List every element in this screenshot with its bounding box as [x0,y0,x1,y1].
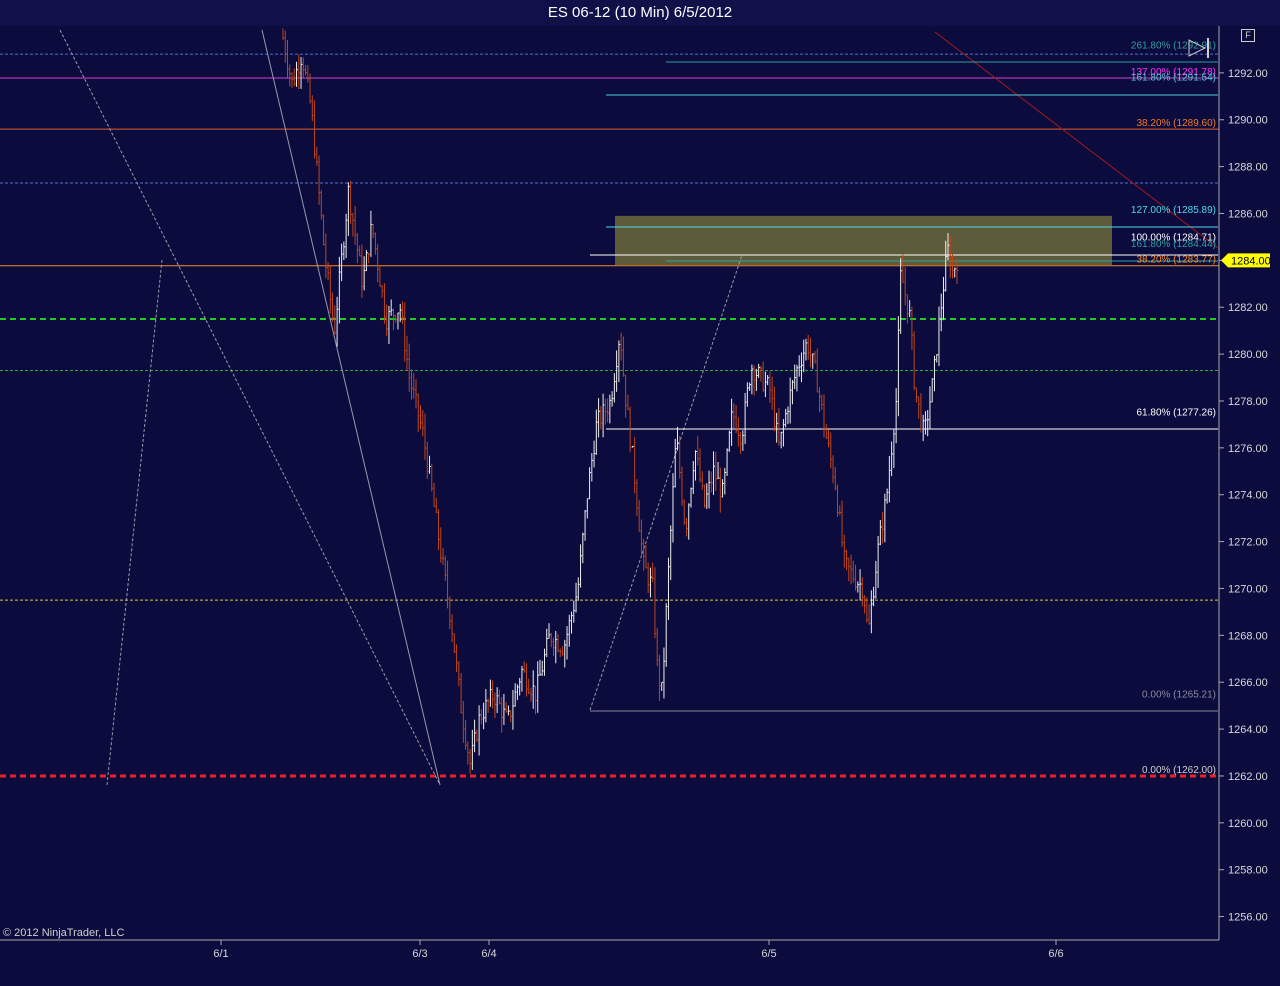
y-tick-label: 1278.00 [1228,396,1268,408]
x-tick-label: 6/6 [1048,948,1063,960]
copyright-text: © 2012 NinjaTrader, LLC [3,927,125,939]
y-tick-label: 1262.00 [1228,771,1268,783]
fib-label: 161.80% (1291.54) [1131,73,1216,84]
y-tick-label: 1290.00 [1228,115,1268,127]
y-tick-label: 1258.00 [1228,865,1268,877]
fib-label: 161.80% (1284.44) [1131,239,1216,250]
fib-label: 38.20% (1283.77) [1136,255,1216,266]
zone-rect [615,215,1112,266]
resistance-zone [615,215,1112,266]
price-marker-label: 1284.00 [1231,255,1271,267]
y-tick-label: 1266.00 [1228,677,1268,689]
fib-label: 261.80% (1292.91) [1131,41,1216,52]
y-tick-label: 1268.00 [1228,630,1268,642]
x-tick-label: 6/3 [412,948,427,960]
y-tick-label: 1276.00 [1228,443,1268,455]
fib-label: 0.00% (1262.00) [1142,765,1216,776]
y-tick-label: 1264.00 [1228,724,1268,736]
price-chart[interactable]: 261.80% (1292.91)137.00% (1291.78)161.80… [0,0,1280,986]
y-tick-label: 1280.00 [1228,349,1268,361]
fib-label: 61.80% (1277.26) [1136,407,1216,418]
y-tick-label: 1282.00 [1228,302,1268,314]
y-tick-label: 1292.00 [1228,68,1268,80]
last-price-marker: 1284.00 [1221,253,1271,268]
x-tick-label: 6/5 [761,948,776,960]
x-tick-label: 6/1 [213,948,228,960]
y-tick-label: 1286.00 [1228,208,1268,220]
y-tick-label: 1272.00 [1228,537,1268,549]
fib-label: 38.20% (1289.60) [1136,118,1216,129]
y-tick-label: 1260.00 [1228,818,1268,830]
x-tick-label: 6/4 [481,948,496,960]
panel-toggle-button[interactable]: F [1241,29,1255,42]
fib-label: 127.00% (1285.89) [1131,205,1216,216]
y-tick-label: 1256.00 [1228,912,1268,924]
y-tick-label: 1270.00 [1228,583,1268,595]
y-tick-label: 1288.00 [1228,162,1268,174]
y-tick-label: 1274.00 [1228,490,1268,502]
fib-label: 0.00% (1265.21) [1142,690,1216,701]
